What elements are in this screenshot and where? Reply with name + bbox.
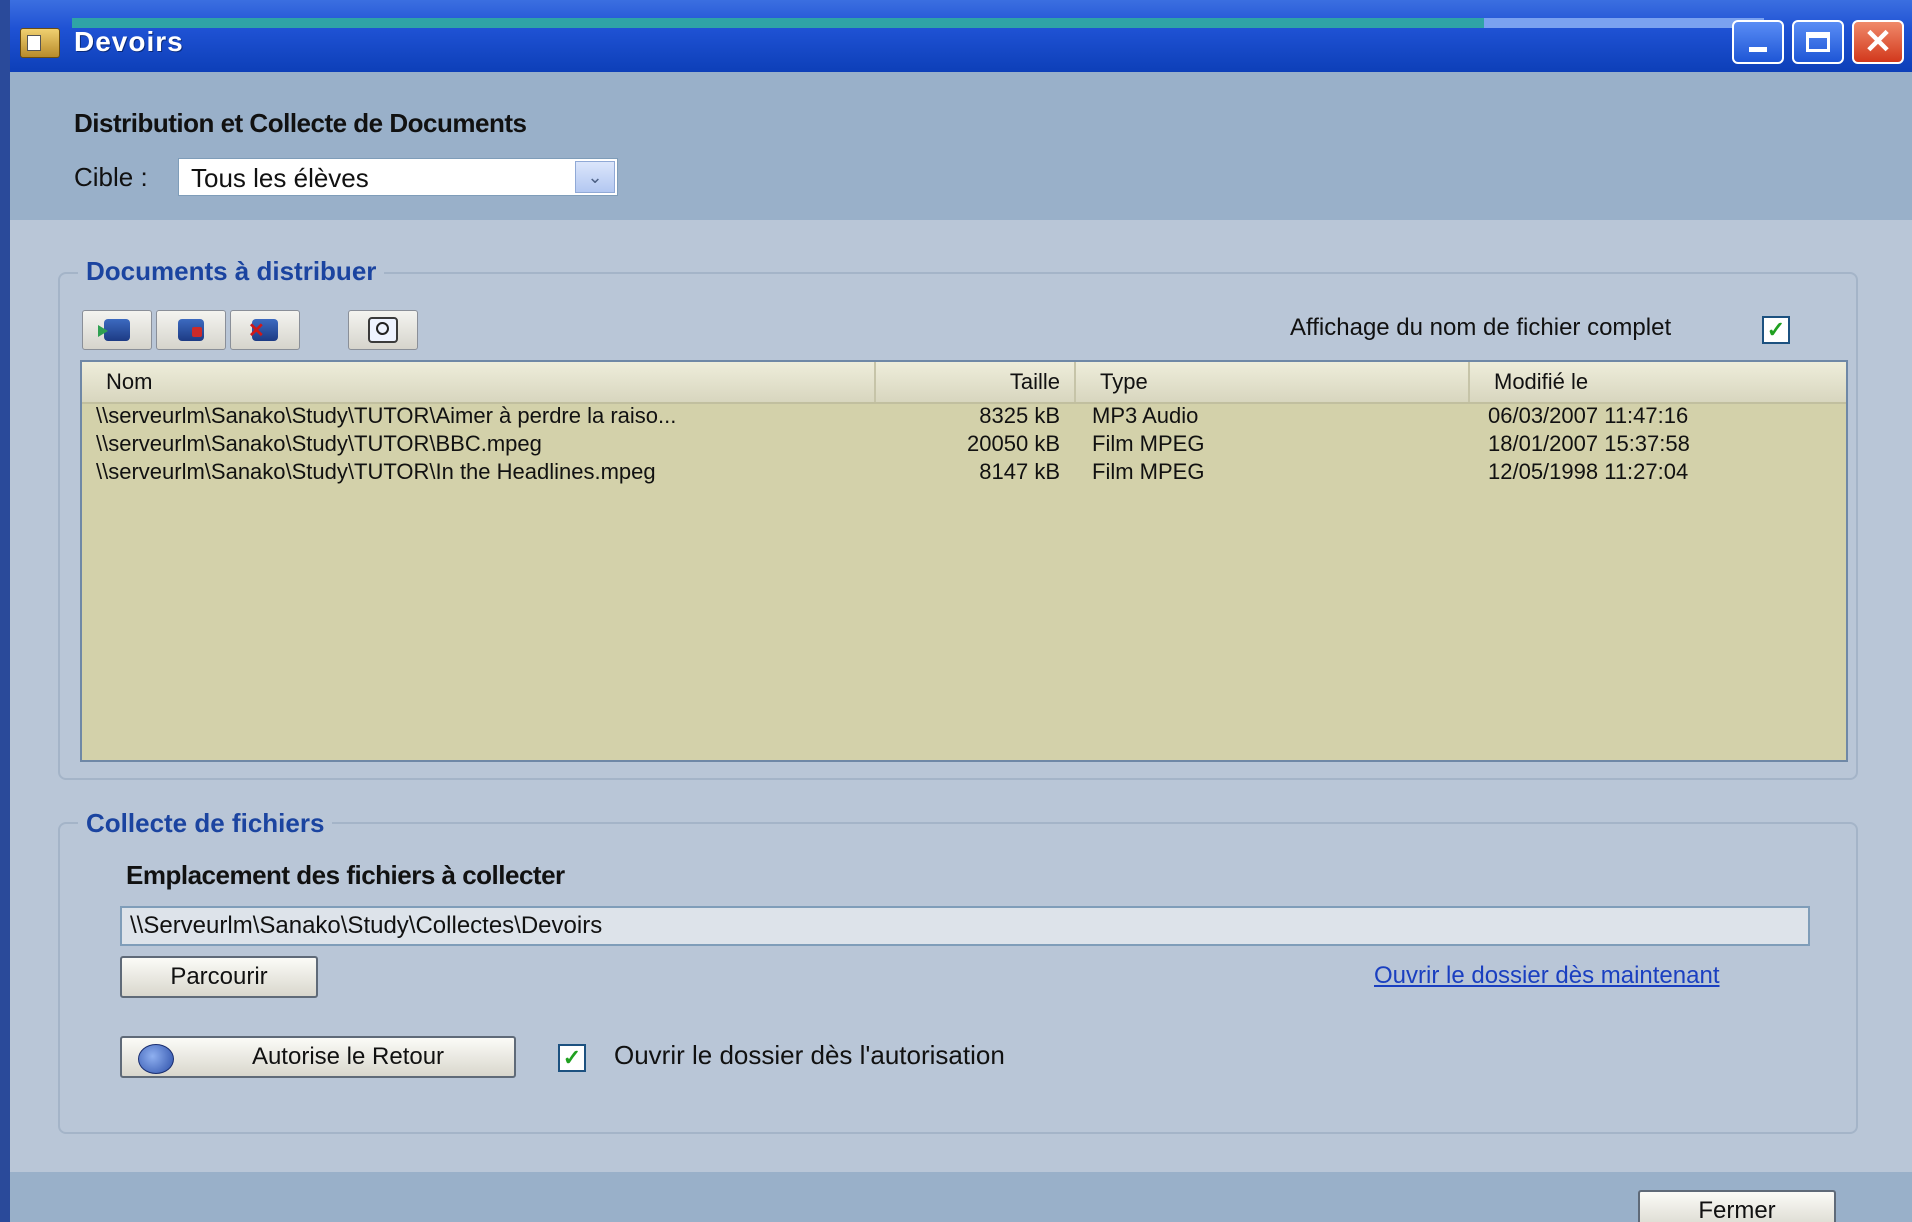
file-size: 8147 kB <box>979 459 1060 484</box>
add-document-icon <box>98 319 130 341</box>
open-on-auth-checkbox[interactable]: ✓ <box>558 1044 586 1072</box>
chevron-down-icon[interactable]: ⌄ <box>575 161 615 193</box>
file-size: 20050 kB <box>967 431 1060 456</box>
add-document-button[interactable] <box>82 310 152 350</box>
file-modified: 12/05/1998 11:27:04 <box>1488 459 1689 484</box>
file-type: MP3 Audio <box>1092 403 1199 428</box>
documents-list[interactable]: Nom Taille Type Modifié le \\serveurlm\S… <box>80 360 1848 762</box>
open-folder-now-link[interactable]: Ouvrir le dossier dès maintenant <box>1374 962 1720 990</box>
location-label: Emplacement des fichiers à collecter <box>126 860 565 890</box>
documents-list-rows: \\serveurlm\Sanako\Study\TUTOR\Aimer à p… <box>82 402 1846 486</box>
fullname-label: Affichage du nom de fichier complet <box>1290 314 1672 341</box>
footer-band <box>10 1172 1912 1222</box>
devoirs-window: Devoirs ✕ Distribution et Collecte de Do… <box>10 0 1912 1222</box>
window-title: Devoirs <box>74 26 184 57</box>
magnifier-icon <box>368 317 398 343</box>
list-item[interactable]: \\serveurlm\Sanako\Study\TUTOR\BBC.mpeg … <box>82 430 1846 458</box>
documents-group-title: Documents à distribuer <box>78 256 385 287</box>
file-type: Film MPEG <box>1092 431 1205 456</box>
title-bar-highlight-secondary <box>1484 18 1764 28</box>
disk-icon <box>138 1044 174 1074</box>
file-size: 8325 kB <box>979 403 1060 428</box>
cible-label: Cible : <box>74 162 148 192</box>
minimize-button[interactable] <box>1732 20 1784 64</box>
file-modified: 18/01/2007 15:37:58 <box>1488 431 1690 456</box>
preview-document-button[interactable] <box>348 310 418 350</box>
file-modified: 06/03/2007 11:47:16 <box>1488 403 1689 428</box>
replace-document-icon <box>178 319 204 341</box>
replace-document-button[interactable] <box>156 310 226 350</box>
file-name: \\serveurlm\Sanako\Study\TUTOR\In the He… <box>96 459 656 484</box>
close-button[interactable]: Fermer <box>1638 1190 1836 1222</box>
file-name: \\serveurlm\Sanako\Study\TUTOR\Aimer à p… <box>96 403 677 428</box>
minimize-icon <box>1749 46 1767 52</box>
app-icon <box>20 28 60 58</box>
fullname-checkbox[interactable]: ✓ <box>1762 316 1790 344</box>
authorize-return-label: Autorise le Retour <box>251 1043 445 1070</box>
title-bar[interactable]: Devoirs ✕ <box>10 0 1912 72</box>
cible-dropdown[interactable]: Tous les élèves ⌄ <box>178 158 618 196</box>
dialog-title: Distribution et Collecte de Documents <box>74 108 527 138</box>
open-on-auth-label: Ouvrir le dossier dès l'autorisation <box>614 1040 1005 1070</box>
list-item[interactable]: \\serveurlm\Sanako\Study\TUTOR\In the He… <box>82 458 1846 486</box>
header-band <box>10 72 1912 220</box>
browse-button[interactable]: Parcourir <box>120 956 318 998</box>
close-window-button[interactable]: ✕ <box>1852 20 1904 64</box>
title-bar-highlight <box>72 18 1484 28</box>
column-header-type[interactable]: Type <box>1076 362 1470 402</box>
remove-document-button[interactable] <box>230 310 300 350</box>
cible-dropdown-value: Tous les élèves <box>191 163 369 193</box>
column-header-taille[interactable]: Taille <box>876 362 1076 402</box>
collect-group-title: Collecte de fichiers <box>78 808 333 839</box>
close-icon: ✕ <box>1863 23 1893 61</box>
remove-document-icon <box>248 319 278 341</box>
maximize-icon <box>1806 32 1830 52</box>
location-field[interactable]: \\Serveurlm\Sanako\Study\Collectes\Devoi… <box>120 906 1810 946</box>
column-header-nom[interactable]: Nom <box>82 362 876 402</box>
documents-list-header: Nom Taille Type Modifié le <box>82 362 1846 404</box>
authorize-return-button[interactable]: Autorise le Retour <box>120 1036 516 1078</box>
list-item[interactable]: \\serveurlm\Sanako\Study\TUTOR\Aimer à p… <box>82 402 1846 430</box>
column-header-modifie[interactable]: Modifié le <box>1470 362 1846 402</box>
file-type: Film MPEG <box>1092 459 1205 484</box>
maximize-button[interactable] <box>1792 20 1844 64</box>
file-name: \\serveurlm\Sanako\Study\TUTOR\BBC.mpeg <box>96 431 542 456</box>
